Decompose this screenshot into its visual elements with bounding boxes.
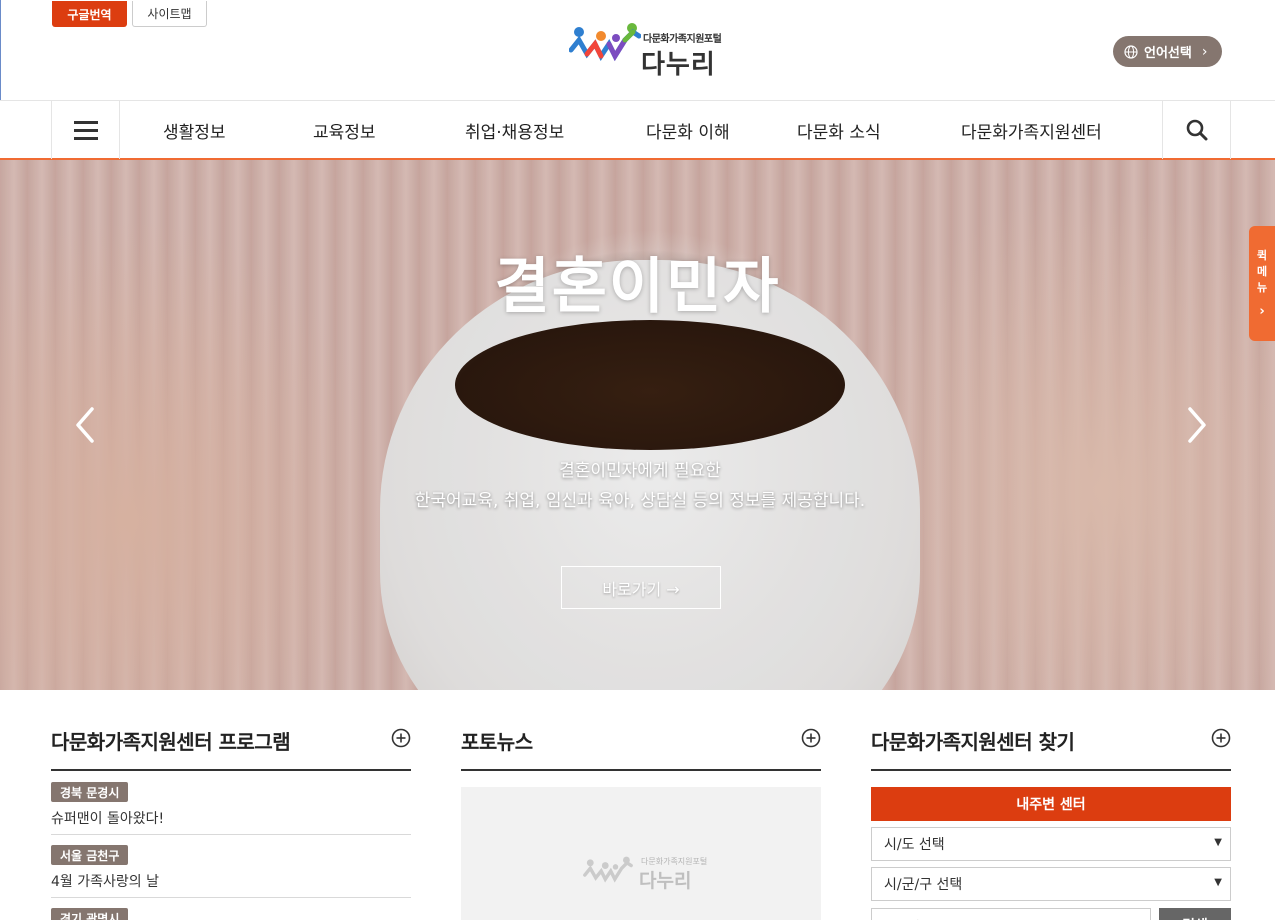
- placeholder-logo: 다문화가족지원포털 다누리: [579, 854, 719, 894]
- nav-item-family-support-center[interactable]: 다문화가족지원센터: [961, 101, 1102, 159]
- program-item-title[interactable]: 슈퍼맨이 돌아왔다!: [51, 808, 164, 828]
- region-badge: 경북 문경시: [51, 782, 129, 802]
- logo-subtitle: 다문화가족지원포털: [643, 34, 722, 45]
- photo-news-title: 포토뉴스: [461, 730, 533, 754]
- language-select-button[interactable]: 언어선택 ›: [1113, 36, 1222, 67]
- hero-title: 결혼이민자: [494, 252, 781, 322]
- language-select-label: 언어선택: [1144, 46, 1192, 61]
- program-item-title[interactable]: 4월 가족사랑의 날: [51, 871, 159, 891]
- placeholder-logo-title: 다누리: [639, 870, 692, 892]
- district-select[interactable]: 시/군/구 선택 ▼: [871, 867, 1231, 901]
- site-logo[interactable]: 다문화가족지원포털 다누리: [569, 20, 722, 82]
- nav-item-employment-info[interactable]: 취업·채용정보: [465, 101, 564, 159]
- globe-icon: [1124, 44, 1138, 59]
- nav-item-multicultural-understanding[interactable]: 다문화 이해: [646, 101, 730, 159]
- nav-item-education-info[interactable]: 교육정보: [313, 101, 376, 159]
- main-nav: 생활정보 교육정보 취업·채용정보 다문화 이해 다문화 소식 다문화가족지원센…: [0, 100, 1275, 160]
- center-finder-title: 다문화가족지원센터 찾기: [871, 730, 1075, 754]
- nearby-center-tab[interactable]: 내주변 센터: [871, 787, 1231, 821]
- menu-icon[interactable]: [52, 101, 120, 159]
- chevron-right-icon: ›: [1259, 304, 1265, 319]
- google-translate-button[interactable]: 구글번역: [52, 1, 127, 27]
- logo-people-icon: [569, 23, 641, 62]
- region-badge: 서울 금천구: [51, 845, 129, 865]
- nav-item-multicultural-news[interactable]: 다문화 소식: [797, 101, 881, 159]
- top-bar: 구글번역 사이트맵 다문화가족지원포털 다누리 언어선택 ›: [0, 0, 1275, 101]
- quick-menu-char-1: 퀵: [1256, 249, 1268, 262]
- chevron-left-icon[interactable]: [74, 405, 98, 445]
- list-item[interactable]: 경북 문경시 슈퍼맨이 돌아왔다!: [51, 772, 411, 835]
- list-item[interactable]: 경기 광명시: [51, 898, 411, 920]
- list-item[interactable]: 서울 금천구 4월 가족사랑의 날: [51, 835, 411, 898]
- plus-circle-icon[interactable]: [391, 728, 411, 748]
- hero-banner: 결혼이민자 결혼이민자에게 필요한 한국어교육, 취업, 임신과 육아, 상담실…: [0, 160, 1275, 690]
- caret-down-icon: ▼: [1214, 877, 1222, 888]
- photo-news-section: 포토뉴스 다문화가족지원포털 다누리: [461, 690, 821, 920]
- program-title: 다문화가족지원센터 프로그램: [51, 730, 291, 754]
- region-badge: 경기 광명시: [51, 908, 129, 920]
- center-finder-section: 다문화가족지원센터 찾기 내주변 센터 시/도 선택 ▼ 시/군/구 선택 ▼ …: [871, 690, 1231, 920]
- chevron-right-icon[interactable]: [1184, 405, 1208, 445]
- district-select-value: 시/군/구 선택: [884, 877, 963, 893]
- center-search-button[interactable]: 검색: [1159, 908, 1231, 920]
- province-select[interactable]: 시/도 선택 ▼: [871, 827, 1231, 861]
- plus-circle-icon[interactable]: [1211, 728, 1231, 748]
- center-search-input[interactable]: 센터검색: [871, 908, 1151, 920]
- province-select-value: 시/도 선택: [884, 837, 945, 853]
- quick-menu-tab[interactable]: 퀵 메 뉴 ›: [1249, 226, 1275, 341]
- quick-menu-char-2: 메: [1256, 265, 1268, 278]
- hero-description: 결혼이민자에게 필요한 한국어교육, 취업, 임신과 육아, 상담실 등의 정보…: [0, 456, 1275, 516]
- hero-cta-button[interactable]: 바로가기 →: [561, 566, 721, 609]
- program-section: 다문화가족지원센터 프로그램 경북 문경시 슈퍼맨이 돌아왔다! 서울 금천구 …: [51, 690, 411, 920]
- chevron-right-icon: ›: [1201, 43, 1208, 60]
- hero-description-line-2: 한국어교육, 취업, 임신과 육아, 상담실 등의 정보를 제공합니다.: [414, 491, 866, 511]
- search-icon: [1186, 119, 1207, 141]
- nav-item-life-info[interactable]: 생활정보: [163, 101, 226, 159]
- caret-down-icon: ▼: [1214, 837, 1222, 848]
- logo-title: 다누리: [641, 50, 716, 80]
- hero-description-line-1: 결혼이민자에게 필요한: [559, 461, 721, 481]
- photo-news-thumbnail[interactable]: 다문화가족지원포털 다누리: [461, 787, 821, 920]
- plus-circle-icon[interactable]: [801, 728, 821, 748]
- logo-people-icon: [583, 856, 633, 883]
- search-button[interactable]: [1162, 101, 1230, 159]
- quick-menu-char-3: 뉴: [1256, 281, 1268, 294]
- sitemap-button[interactable]: 사이트맵: [132, 1, 207, 27]
